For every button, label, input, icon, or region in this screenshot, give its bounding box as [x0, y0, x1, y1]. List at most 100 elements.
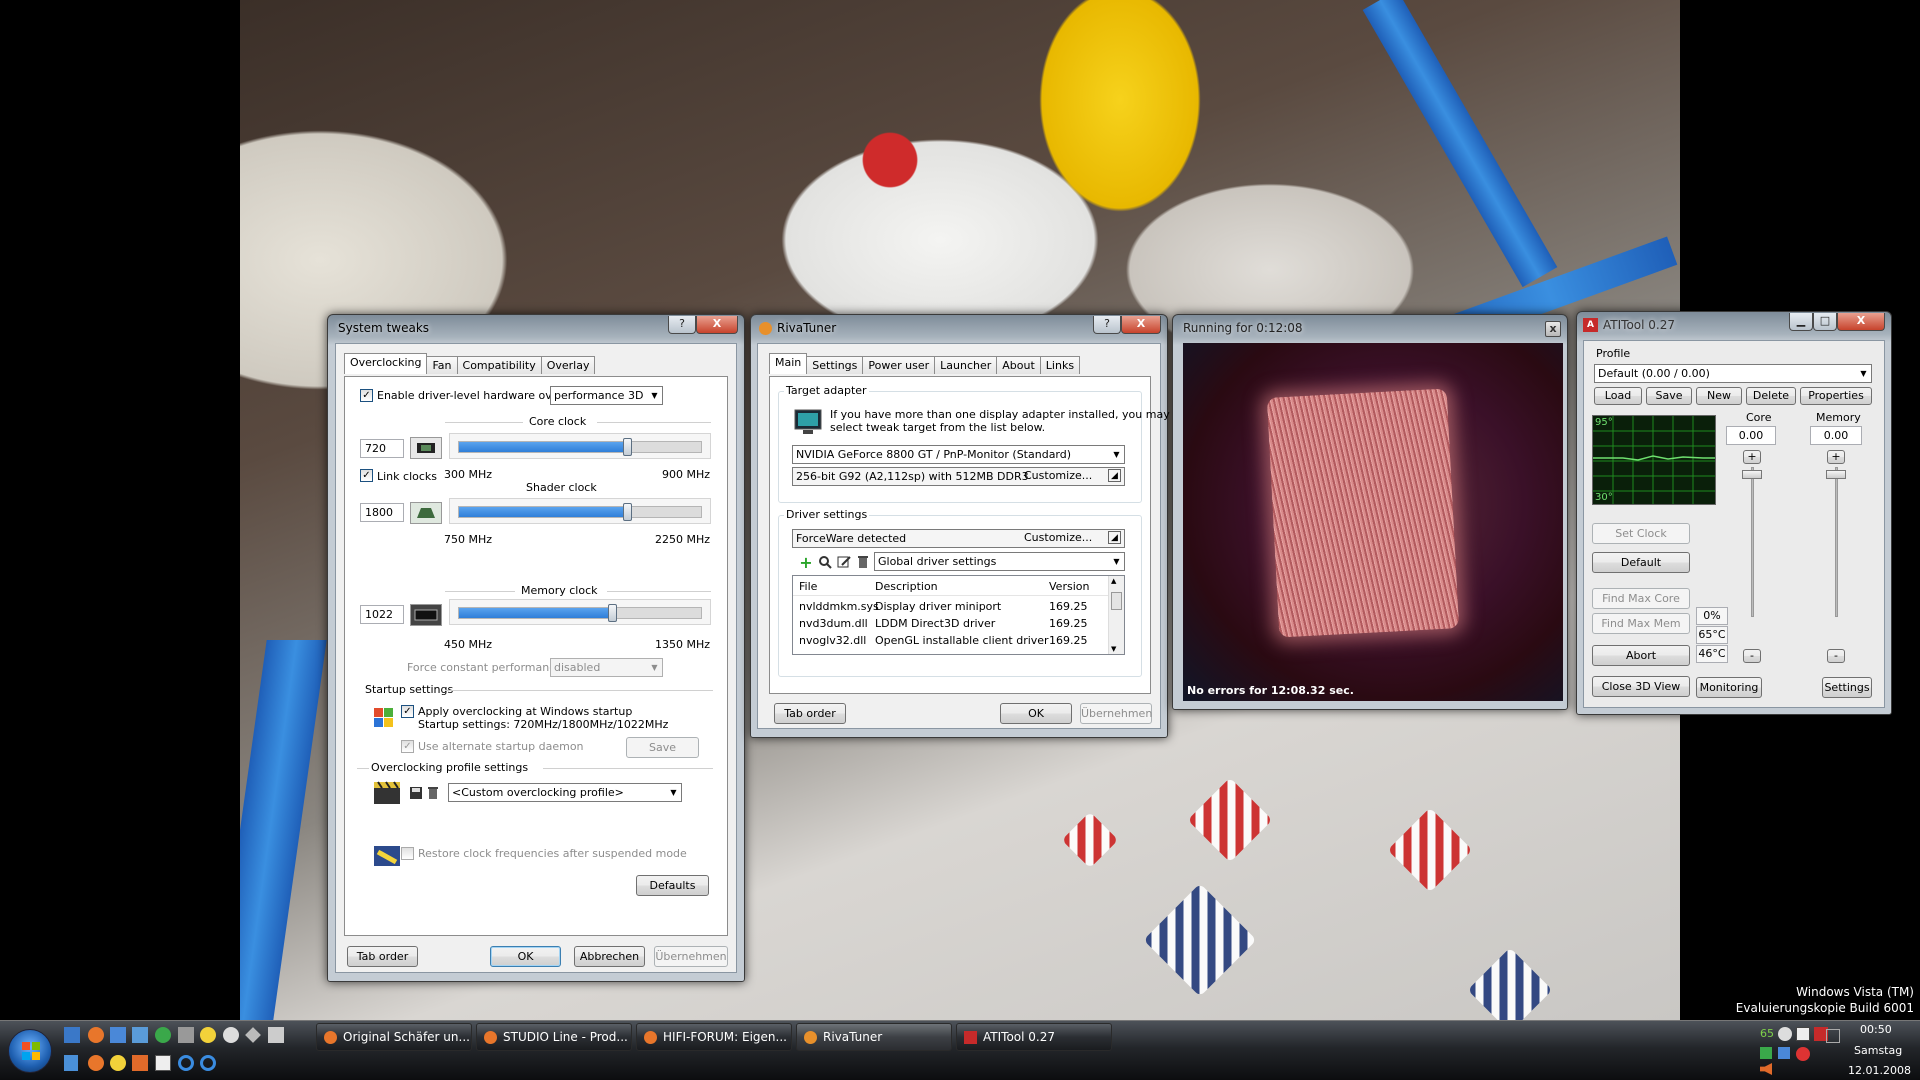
mode-select[interactable]: performance 3D ▼	[550, 386, 663, 405]
save-button[interactable]: Save	[1646, 387, 1692, 405]
column-file[interactable]: File	[799, 580, 817, 593]
memory-clock-field[interactable]: 1022	[360, 605, 404, 624]
enable-overclocking-checkbox[interactable]: ✓	[360, 389, 373, 402]
memory-clock-slider[interactable]	[449, 599, 711, 625]
maximize-button[interactable]: □	[1813, 313, 1837, 331]
scroll-down-icon[interactable]: ▼	[1111, 645, 1116, 653]
taskbar-button-firefox-3[interactable]: HIFI-FORUM: Eigen...	[636, 1023, 792, 1051]
apply-button[interactable]: Übernehmen	[654, 946, 728, 967]
tray-alert-icon[interactable]	[1796, 1047, 1810, 1061]
close-button[interactable]: X	[696, 316, 738, 334]
fire-icon[interactable]	[132, 1055, 148, 1071]
ok-button[interactable]: OK	[1000, 703, 1072, 724]
tab-settings[interactable]: Settings	[806, 356, 864, 374]
customize-arrow-icon[interactable]: ◢	[1108, 469, 1121, 482]
find-max-mem-button[interactable]: Find Max Mem	[1592, 613, 1690, 634]
customize-arrow-icon[interactable]: ◢	[1108, 531, 1121, 544]
profile-select[interactable]: Default (0.00 / 0.00) ▼	[1594, 364, 1872, 383]
table-row[interactable]: nvd3dum.dll LDDM Direct3D driver 169.25	[793, 615, 1109, 632]
taskbar-button-atitool[interactable]: ATITool 0.27	[956, 1023, 1112, 1051]
abort-button[interactable]: Abort	[1592, 645, 1690, 666]
delete-button[interactable]: Delete	[1746, 387, 1796, 405]
tab-about[interactable]: About	[996, 356, 1041, 374]
close-button[interactable]: X	[1837, 313, 1885, 331]
startup-save-button[interactable]: Save	[626, 737, 699, 758]
scroll-thumb[interactable]	[1111, 592, 1122, 610]
pacman-icon[interactable]	[110, 1055, 126, 1071]
trash-icon[interactable]	[425, 785, 441, 801]
taskbar-button-firefox-1[interactable]: Original Schäfer un...	[316, 1023, 472, 1051]
default-button[interactable]: Default	[1592, 552, 1690, 573]
settings-button[interactable]: Settings	[1822, 677, 1872, 698]
slider-thumb[interactable]	[623, 503, 633, 521]
table-row[interactable]: nvoglv32.dll OpenGL installable client d…	[793, 632, 1109, 649]
memory-plus-button[interactable]: +	[1827, 450, 1845, 464]
ie-icon[interactable]	[178, 1055, 194, 1071]
ok-button[interactable]: OK	[490, 946, 561, 967]
tab-order-button[interactable]: Tab order	[774, 703, 846, 724]
tray-app-icon[interactable]	[1778, 1047, 1790, 1059]
help-button[interactable]: ?	[668, 316, 696, 334]
show-desktop-icon[interactable]	[64, 1027, 80, 1043]
app-icon[interactable]	[155, 1055, 171, 1071]
defaults-button[interactable]: Defaults	[636, 875, 709, 896]
global-driver-select[interactable]: Global driver settings ▼	[874, 552, 1125, 571]
force-performance-select[interactable]: disabled ▼	[550, 658, 663, 677]
restore-clock-checkbox[interactable]	[401, 847, 414, 860]
column-description[interactable]: Description	[875, 580, 938, 593]
tray-app-icon[interactable]	[1778, 1027, 1792, 1041]
memory-slider-thumb[interactable]	[1826, 470, 1846, 479]
clock-day[interactable]: Samstag	[1854, 1044, 1902, 1057]
tab-overclocking[interactable]: Overclocking	[344, 353, 428, 374]
set-clock-button[interactable]: Set Clock	[1592, 523, 1690, 544]
close-button[interactable]: x	[1545, 321, 1561, 337]
core-plus-button[interactable]: +	[1743, 450, 1761, 464]
adapter-customize-link[interactable]: Customize...	[1024, 469, 1092, 482]
cancel-button[interactable]: Abbrechen	[574, 946, 645, 967]
utility-icon[interactable]	[200, 1027, 216, 1043]
find-max-core-button[interactable]: Find Max Core	[1592, 588, 1690, 609]
slider-thumb[interactable]	[623, 438, 633, 456]
list-scrollbar[interactable]: ▲ ▼	[1108, 576, 1124, 654]
window-switch-icon[interactable]	[132, 1027, 148, 1043]
tab-links[interactable]: Links	[1039, 356, 1081, 374]
driver-file-list[interactable]: File Description Version nvlddmkm.sys Di…	[792, 575, 1125, 655]
core-minus-button[interactable]: -	[1743, 649, 1761, 663]
minimize-button[interactable]: ▁	[1789, 313, 1813, 331]
properties-button[interactable]: Properties	[1800, 387, 1872, 405]
save-icon[interactable]	[408, 785, 424, 801]
tray-counter[interactable]: 65	[1760, 1027, 1774, 1040]
scroll-up-icon[interactable]: ▲	[1111, 577, 1116, 585]
network-icon[interactable]	[268, 1027, 284, 1043]
driver-customize-link[interactable]: Customize...	[1024, 531, 1092, 544]
memory-value-field[interactable]: 0.00	[1810, 426, 1862, 445]
tray-monitor-icon[interactable]	[1826, 1029, 1840, 1043]
clock-time[interactable]: 00:50	[1860, 1023, 1892, 1036]
core-value-field[interactable]: 0.00	[1726, 426, 1776, 445]
tray-app-icon[interactable]	[1796, 1027, 1810, 1041]
tab-main[interactable]: Main	[769, 353, 808, 374]
clock-date[interactable]: 12.01.2008	[1848, 1064, 1911, 1077]
firefox-icon[interactable]	[88, 1027, 104, 1043]
volume-icon[interactable]	[1760, 1063, 1772, 1075]
shader-clock-field[interactable]: 1800	[360, 503, 404, 522]
taskbar-button-firefox-2[interactable]: STUDIO Line - Prod...	[476, 1023, 632, 1051]
core-clock-field[interactable]: 720	[360, 439, 404, 458]
shield-icon[interactable]	[178, 1027, 194, 1043]
disc-icon[interactable]	[223, 1027, 239, 1043]
tab-fan[interactable]: Fan	[426, 356, 458, 374]
ie-icon[interactable]	[200, 1055, 216, 1071]
tab-order-button[interactable]: Tab order	[347, 946, 418, 967]
explorer-icon[interactable]	[110, 1027, 126, 1043]
close-button[interactable]: X	[1121, 316, 1161, 334]
document-icon[interactable]	[64, 1055, 78, 1071]
firefox-icon[interactable]	[88, 1055, 104, 1071]
trash-icon[interactable]	[855, 554, 871, 570]
profile-select[interactable]: <Custom overclocking profile> ▼	[448, 783, 682, 802]
edit-icon[interactable]	[836, 554, 852, 570]
diamond-icon[interactable]	[245, 1027, 261, 1043]
tab-overlay[interactable]: Overlay	[540, 356, 596, 374]
taskbar-button-rivatuner[interactable]: RivaTuner	[796, 1023, 952, 1051]
table-row[interactable]: nvlddmkm.sys Display driver miniport 169…	[793, 598, 1109, 615]
messenger-icon[interactable]	[155, 1027, 171, 1043]
